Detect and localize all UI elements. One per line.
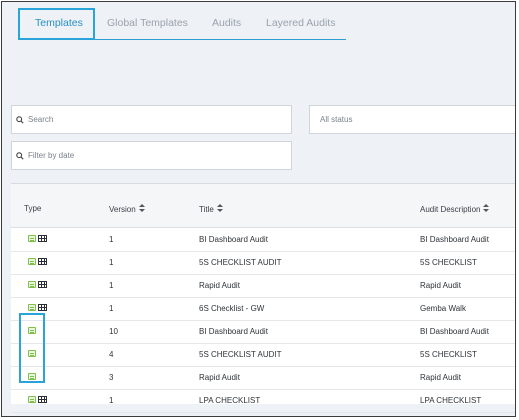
table-header: Type Version Title Audit Description bbox=[11, 184, 515, 228]
status-select-label: All status bbox=[320, 115, 353, 124]
description-cell: 5S CHECKLIST bbox=[420, 258, 477, 267]
type-icons bbox=[28, 235, 47, 242]
type-column-highlight bbox=[19, 313, 45, 383]
version-cell: 1 bbox=[109, 235, 114, 244]
column-header-audit-description[interactable]: Audit Description bbox=[420, 204, 490, 214]
version-cell: 4 bbox=[109, 350, 114, 359]
title-cell: 5S CHECKLIST AUDIT bbox=[199, 258, 282, 267]
tab-global-templates[interactable]: Global Templates bbox=[107, 17, 188, 29]
date-filter-input[interactable]: Filter by date bbox=[11, 141, 292, 170]
description-cell: BI Dashboard Audit bbox=[420, 327, 489, 336]
sort-icon[interactable] bbox=[138, 204, 145, 214]
status-select[interactable]: All status bbox=[309, 105, 515, 134]
sort-icon[interactable] bbox=[483, 204, 490, 214]
grid-icon bbox=[38, 281, 47, 288]
document-icon bbox=[28, 235, 36, 242]
title-cell: BI Dashboard Audit bbox=[199, 327, 268, 336]
table-row[interactable]: 1 LPA CHECKLIST LPA CHECKLIST bbox=[11, 389, 515, 413]
description-cell: Rapid Audit bbox=[420, 373, 461, 382]
description-cell: BI Dashboard Audit bbox=[420, 235, 489, 244]
search-icon bbox=[16, 115, 28, 124]
description-cell: LPA CHECKLIST bbox=[420, 396, 482, 405]
title-cell: BI Dashboard Audit bbox=[199, 235, 268, 244]
templates-table: Type Version Title Audit Description 1 BI… bbox=[11, 183, 515, 413]
grid-icon bbox=[38, 396, 47, 403]
search-icon bbox=[16, 151, 28, 160]
tab-layered-audits[interactable]: Layered Audits bbox=[266, 17, 335, 29]
column-header-title[interactable]: Title bbox=[199, 204, 223, 214]
title-cell: 6S Checklist - GW bbox=[199, 304, 265, 313]
table-row[interactable]: 1 6S Checklist - GW Gemba Walk bbox=[11, 297, 515, 321]
grid-icon bbox=[38, 235, 47, 242]
version-cell: 1 bbox=[109, 281, 114, 290]
description-cell: 5S CHECKLIST bbox=[420, 350, 477, 359]
type-icons bbox=[28, 396, 47, 403]
table-row[interactable]: 1 BI Dashboard Audit BI Dashboard Audit bbox=[11, 228, 515, 252]
type-icons bbox=[28, 304, 47, 311]
description-cell: Rapid Audit bbox=[420, 281, 461, 290]
column-header-version[interactable]: Version bbox=[109, 204, 145, 214]
table-row[interactable]: 4 5S CHECKLIST AUDIT 5S CHECKLIST bbox=[11, 343, 515, 367]
date-filter-placeholder: Filter by date bbox=[28, 151, 75, 160]
search-input[interactable]: Search bbox=[11, 105, 292, 134]
table-row[interactable]: 10 BI Dashboard Audit BI Dashboard Audit bbox=[11, 320, 515, 344]
version-cell: 1 bbox=[109, 396, 114, 405]
grid-icon bbox=[38, 304, 47, 311]
document-icon bbox=[28, 258, 36, 265]
title-cell: LPA CHECKLIST bbox=[199, 396, 261, 405]
version-cell: 1 bbox=[109, 258, 114, 267]
table-row[interactable]: 3 Rapid Audit Rapid Audit bbox=[11, 366, 515, 390]
table-row[interactable]: 1 5S CHECKLIST AUDIT 5S CHECKLIST bbox=[11, 251, 515, 275]
search-placeholder: Search bbox=[28, 115, 54, 124]
version-cell: 10 bbox=[109, 327, 118, 336]
active-tab-highlight bbox=[18, 8, 95, 40]
title-cell: Rapid Audit bbox=[199, 281, 240, 290]
column-header-type: Type bbox=[24, 204, 42, 213]
version-cell: 3 bbox=[109, 373, 114, 382]
document-icon bbox=[28, 396, 36, 403]
version-cell: 1 bbox=[109, 304, 114, 313]
type-icons bbox=[28, 258, 47, 265]
sort-icon[interactable] bbox=[216, 204, 223, 214]
table-row[interactable]: 1 Rapid Audit Rapid Audit bbox=[11, 274, 515, 298]
title-cell: Rapid Audit bbox=[199, 373, 240, 382]
document-icon bbox=[28, 281, 36, 288]
description-cell: Gemba Walk bbox=[420, 304, 466, 313]
type-icons bbox=[28, 281, 47, 288]
document-icon bbox=[28, 304, 36, 311]
tab-audits[interactable]: Audits bbox=[212, 17, 241, 29]
app-frame: Templates Global Templates Audits Layere… bbox=[1, 1, 516, 417]
grid-icon bbox=[38, 258, 47, 265]
title-cell: 5S CHECKLIST AUDIT bbox=[199, 350, 282, 359]
